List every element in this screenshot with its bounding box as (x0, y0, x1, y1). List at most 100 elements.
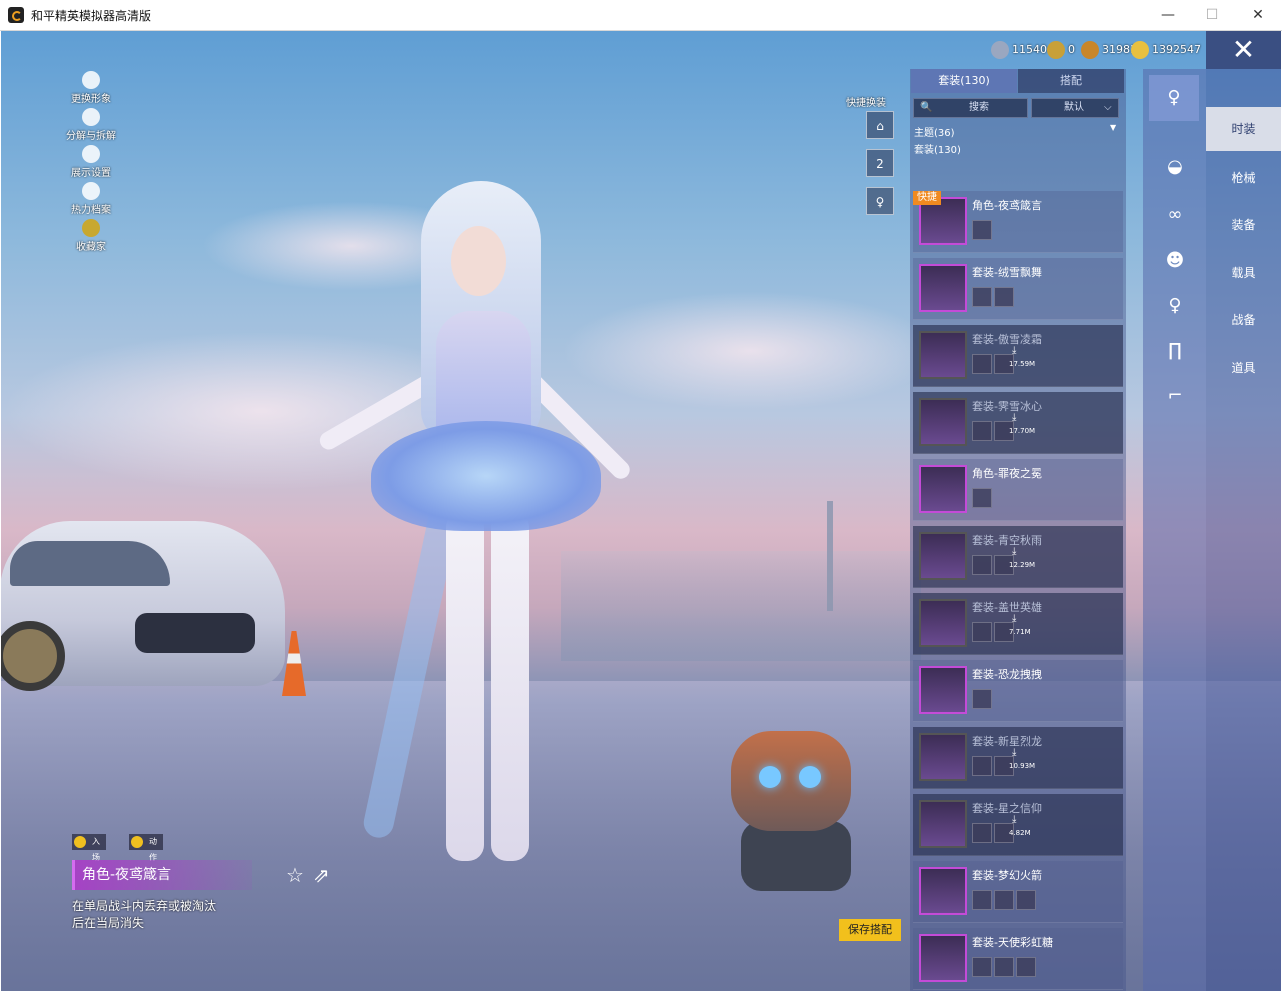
download-icon[interactable]: ⤓ (1012, 412, 1016, 423)
outfit-parts (972, 689, 994, 709)
window-close-button[interactable]: ✕ (1240, 4, 1276, 26)
outfit-parts (972, 287, 1016, 307)
download-icon[interactable]: ⤓ (1012, 345, 1016, 356)
car (1, 521, 285, 691)
part-thumbnail (972, 555, 992, 575)
outfit-name: 套装-天使彩虹糖 (972, 936, 1053, 949)
list-item[interactable]: 套装-青空秋雨 ⤓ 12.29M (913, 526, 1123, 588)
favorite-star-icon[interactable]: ☆ (286, 863, 304, 887)
part-thumbnail (994, 957, 1014, 977)
download-size: 12.29M (1009, 561, 1036, 569)
list-item[interactable]: 套装-绒雪飘舞 (913, 258, 1123, 320)
currency-gold-badge: 0 (1047, 39, 1077, 61)
download-icon[interactable]: ⤓ (1012, 814, 1016, 825)
character-leg (491, 511, 529, 861)
search-icon: 🔍 (920, 102, 933, 113)
outfit-name: 套装-霁雪冰心 (972, 400, 1042, 413)
outfit-thumbnail (919, 331, 967, 379)
share-icon[interactable]: ⇗ (313, 863, 330, 887)
emote-action-tag[interactable]: 动作 (129, 834, 163, 862)
tag-label: 动作 (149, 837, 157, 862)
list-item[interactable]: 套装-傲雪凌霜 ⤓ 17.59M (913, 325, 1123, 387)
person-icon (131, 836, 143, 848)
download-icon[interactable]: ⤓ (1012, 747, 1016, 758)
outfit-slot-icon: ⌂ (876, 119, 884, 133)
tab-fashion[interactable]: 时装 (1206, 107, 1281, 151)
sort-dropdown[interactable]: 默认 ⌵ (1031, 98, 1119, 118)
robot-pet (691, 711, 891, 901)
tab-guns[interactable]: 枪械 (1206, 169, 1281, 186)
display-settings-button[interactable]: 展示设置 (61, 145, 121, 179)
tab-sets[interactable]: 套装(130) (911, 69, 1017, 93)
list-item[interactable]: 角色-罪夜之冕 (913, 459, 1123, 521)
list-item[interactable]: 套装-恐龙拽拽 (913, 660, 1123, 722)
outfit-name: 套装-盖世英雄 (972, 601, 1042, 614)
list-item[interactable]: 套装-盖世英雄 ⤓ 7.71M (913, 593, 1123, 655)
collector-button[interactable]: 收藏家 (61, 219, 121, 253)
currency-coupon: 1392547 (1131, 39, 1206, 61)
outfit-thumbnail (919, 599, 967, 647)
search-input[interactable]: 🔍 搜索 (913, 98, 1028, 118)
outfit-name: 套装-星之信仰 (972, 802, 1042, 815)
menu-label: 分解与拆解 (66, 131, 116, 142)
character-icon[interactable]: ♀ (1149, 75, 1199, 121)
exit-button[interactable]: ✕ (1206, 31, 1281, 69)
part-thumbnail (972, 622, 992, 642)
list-item[interactable]: 套装-新星烈龙 ⤓ 10.93M (913, 727, 1123, 789)
tab-equipment[interactable]: 装备 (1206, 216, 1281, 233)
dropdown-arrow-icon[interactable]: ▼ (1110, 123, 1116, 132)
tab-battle-prep[interactable]: 战备 (1206, 311, 1281, 328)
goggles-icon[interactable]: ∞ (1163, 203, 1187, 227)
download-icon[interactable]: ⤓ (1012, 613, 1016, 624)
theme-filter[interactable]: 主题(36) (914, 124, 955, 139)
outfit-thumbnail (919, 532, 967, 580)
shoes-icon[interactable]: ⌐ (1163, 384, 1187, 408)
pet-body (731, 731, 851, 831)
part-thumbnail (972, 287, 992, 307)
download-icon[interactable]: ⤓ (1012, 546, 1016, 557)
tab-props[interactable]: 道具 (1206, 359, 1281, 376)
part-thumbnail (972, 823, 992, 843)
quick-change-label: 快捷换装 (846, 98, 886, 109)
part-thumbnail (1016, 957, 1036, 977)
entrance-action-tag[interactable]: 入场 (72, 834, 106, 862)
character-model[interactable] (301, 181, 681, 881)
outfit-name: 套装-梦幻火箭 (972, 869, 1042, 882)
maximize-button[interactable]: ☐ (1194, 4, 1230, 26)
outfit-name: 套装-绒雪飘舞 (972, 266, 1042, 279)
smile-icon (74, 836, 86, 848)
mask-icon[interactable]: ☻ (1163, 249, 1187, 273)
outfit-name: 套装-新星烈龙 (972, 735, 1042, 748)
outfit-name: 角色-罪夜之冕 (972, 467, 1042, 480)
sort-label: 默认 (1064, 102, 1084, 113)
skyscraper (827, 501, 833, 611)
decompose-button[interactable]: 分解与拆解 (61, 108, 121, 142)
list-item[interactable]: 套装-霁雪冰心 ⤓ 17.70M (913, 392, 1123, 454)
part-thumbnail (972, 421, 992, 441)
coupon-icon (1131, 41, 1149, 59)
outfit-icon[interactable]: ♀ (1163, 294, 1187, 318)
save-outfit-button[interactable]: 保存搭配 (839, 919, 901, 941)
quick-slot-2[interactable]: 2 (866, 149, 894, 177)
outfit-thumbnail (919, 733, 967, 781)
currency-silver: 11540 (991, 39, 1051, 61)
tab-vehicles[interactable]: 载具 (1206, 264, 1281, 281)
outfit-thumbnail (919, 800, 967, 848)
change-appearance-button[interactable]: 更换形象 (61, 71, 121, 105)
chevron-down-icon: ⌵ (1104, 102, 1112, 113)
cap-icon[interactable]: ◒ (1163, 155, 1187, 179)
quick-slot-3[interactable]: ♀ (866, 187, 894, 215)
list-item[interactable]: 套装-星之信仰 ⤓ 4.82M (913, 794, 1123, 856)
pants-icon[interactable]: ∏ (1163, 339, 1187, 363)
selected-outfit-name: 角色-夜鸢箴言 (72, 860, 252, 890)
outfit-thumbnail (919, 666, 967, 714)
pet-eye (799, 766, 821, 788)
minimize-button[interactable]: — (1150, 4, 1186, 26)
heat-archive-button[interactable]: 热力档案 (61, 182, 121, 216)
outfit-name: 套装-青空秋雨 (972, 534, 1042, 547)
tab-combos[interactable]: 搭配 (1018, 69, 1124, 93)
list-item[interactable]: 套装-天使彩虹糖 (913, 928, 1123, 990)
list-item[interactable]: 快捷 角色-夜鸢箴言 (913, 191, 1123, 253)
quick-slot-1[interactable]: ⌂ (866, 111, 894, 139)
list-item[interactable]: 套装-梦幻火箭 (913, 861, 1123, 923)
